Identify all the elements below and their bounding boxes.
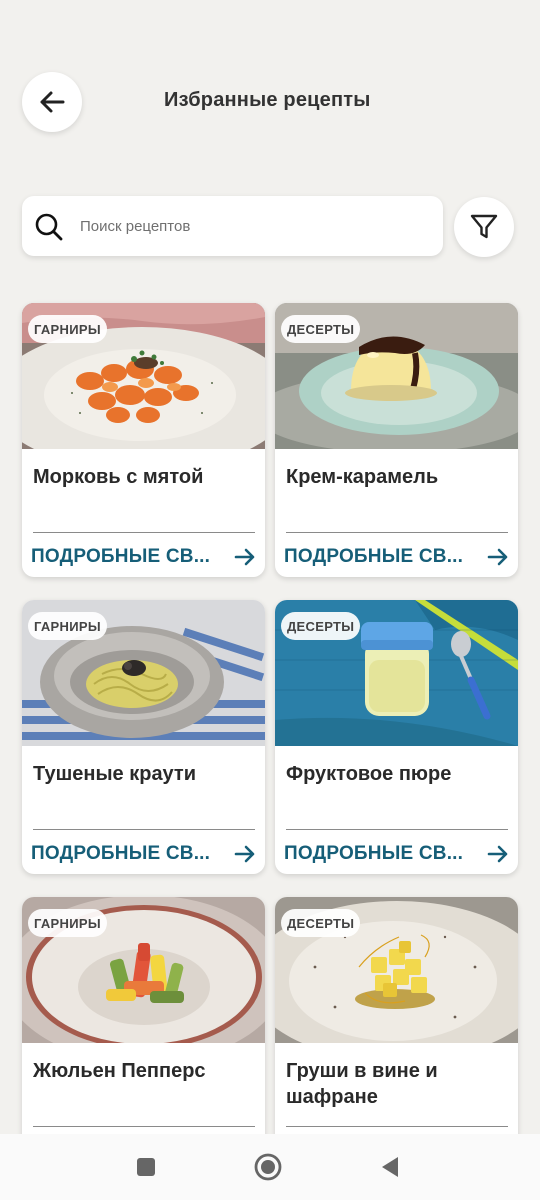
divider (33, 532, 255, 533)
details-link-label: ПОДРОБНЫЕ СВ... (284, 843, 464, 864)
details-link[interactable]: ПОДРОБНЫЕ СВ... (31, 840, 257, 868)
recipe-title: Жюльен Пепперс (33, 1060, 206, 1082)
recipe-card[interactable]: ДЕСЕРТЫ Крем-карамель ПОДРОБНЫЕ СВ... (275, 303, 518, 577)
page-title: Избранные рецепты (164, 89, 371, 111)
recipe-photo: ДЕСЕРТЫ (275, 897, 518, 1043)
divider (286, 1126, 508, 1127)
divider (286, 532, 508, 533)
recipe-title: Тушеные краути (33, 763, 197, 785)
arrow-right-icon (487, 845, 508, 863)
category-badge: ДЕСЕРТЫ (281, 315, 361, 343)
category-badge: ДЕСЕРТЫ (281, 909, 361, 937)
search-icon (35, 213, 63, 241)
system-back-button[interactable] (375, 1152, 405, 1182)
recipe-photo: ГАРНИРЫ (22, 303, 265, 449)
recipe-title: Морковь с мятой (33, 466, 204, 488)
recipe-photo: ГАРНИРЫ (22, 897, 265, 1043)
recents-button[interactable] (131, 1152, 161, 1182)
triangle-back-icon (382, 1157, 398, 1177)
details-link-label: ПОДРОБНЫЕ СВ... (31, 843, 211, 864)
search-row (22, 196, 518, 258)
category-badge: ГАРНИРЫ (28, 315, 107, 343)
arrow-right-icon (234, 845, 255, 863)
square-icon (137, 1158, 155, 1176)
details-link-label: ПОДРОБНЫЕ СВ... (284, 546, 464, 567)
details-link[interactable]: ПОДРОБНЫЕ СВ... (284, 840, 510, 868)
recipe-card[interactable]: ГАРНИРЫ Тушеные краути ПОДРОБНЫЕ СВ... (22, 600, 265, 874)
recipe-photo: ГАРНИРЫ (22, 600, 265, 746)
recipe-photo: ДЕСЕРТЫ (275, 303, 518, 449)
filter-button[interactable] (454, 197, 514, 257)
back-button[interactable] (22, 72, 82, 132)
recipe-photo: ДЕСЕРТЫ (275, 600, 518, 746)
category-badge: ГАРНИРЫ (28, 909, 107, 937)
search-input[interactable] (80, 208, 430, 244)
arrow-right-icon (234, 548, 255, 566)
divider (286, 829, 508, 830)
app-header: Избранные рецепты (22, 72, 518, 132)
recipe-card[interactable]: ГАРНИРЫ Морковь с мятой ПОДРОБНЫЕ СВ... (22, 303, 265, 577)
recipe-title: Крем-карамель (286, 466, 439, 488)
recipe-title: Фруктовое пюре (286, 763, 452, 785)
category-badge: ГАРНИРЫ (28, 612, 107, 640)
circle-home-icon (254, 1153, 282, 1181)
recipe-card[interactable]: ДЕСЕРТЫ Груши в вине и шафране (275, 897, 518, 1171)
filter-icon (470, 214, 498, 239)
divider (33, 1126, 255, 1127)
system-navigation-bar (0, 1134, 540, 1200)
divider (33, 829, 255, 830)
recipe-card[interactable]: ГАРНИРЫ Жюльен Пепперс (22, 897, 265, 1171)
arrow-left-icon (40, 91, 65, 113)
details-link[interactable]: ПОДРОБНЫЕ СВ... (31, 543, 257, 571)
details-link[interactable]: ПОДРОБНЫЕ СВ... (284, 543, 510, 571)
recipe-title: Груши в вине и шафране (286, 1060, 438, 1108)
home-button[interactable] (253, 1152, 283, 1182)
recipe-card[interactable]: ДЕСЕРТЫ Фруктовое пюре ПОДРОБНЫЕ СВ... (275, 600, 518, 874)
category-badge: ДЕСЕРТЫ (281, 612, 361, 640)
search-box[interactable] (22, 196, 443, 256)
arrow-right-icon (487, 548, 508, 566)
details-link-label: ПОДРОБНЫЕ СВ... (31, 546, 211, 567)
